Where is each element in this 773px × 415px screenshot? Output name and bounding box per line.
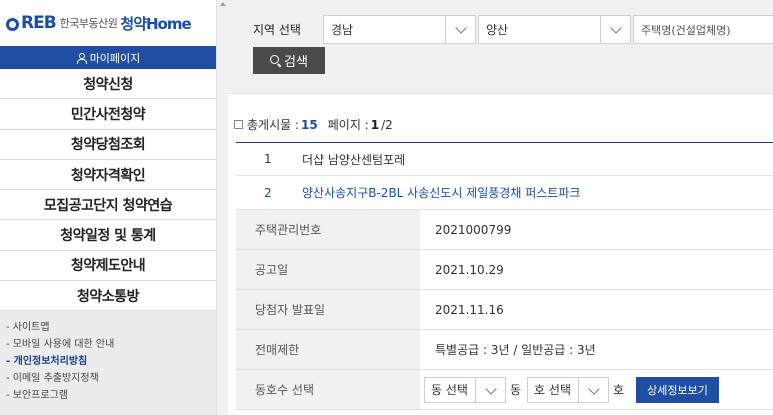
ho-select[interactable]: 호 선택 [527, 376, 610, 403]
sidebar-item-eligibility-check[interactable]: 청약자격확인 [0, 159, 216, 191]
table-row[interactable]: 1 더샵 남양산센텀포레 [236, 142, 773, 176]
detail-key: 전매제한 [236, 330, 420, 369]
sidebar-item-community[interactable]: 청약소통방 [0, 281, 216, 312]
sidebar-item-apply[interactable]: 청약신청 [0, 69, 216, 100]
chevron-down-icon [600, 16, 630, 43]
row-number: 2 [264, 185, 272, 200]
ho-unit-label: 호 [613, 383, 625, 397]
logo-org-text: 한국부동산원 [59, 17, 118, 30]
search-button[interactable]: 검색 [253, 47, 325, 74]
housing-name-input[interactable]: 주택명(건설업체명) [633, 15, 773, 44]
sidebar: REB 한국부동산원 청약Home 마이페이지 청약신청 민간사전청약 청약당첨… [0, 0, 216, 415]
region-select-value: 경남 [331, 23, 354, 37]
scroll-up-icon[interactable] [220, 2, 226, 6]
total-pages: /2 [381, 117, 393, 132]
result-summary: 총게시물 : 15 페이지 : 1 /2 [234, 116, 393, 133]
detail-value: 2021.11.16 [420, 290, 773, 329]
detail-key: 공고일 [236, 250, 420, 289]
detail-row-resale-limit: 전매제한 특별공급 : 3년 / 일반공급 : 3년 [236, 330, 773, 370]
detail-key: 당첨자 발표일 [236, 290, 420, 329]
search-filter-panel: 지역 선택 경남 양산 주택명(건설업체명) 검색 [228, 0, 773, 94]
detail-row-announce-date: 공고일 2021.10.29 [236, 250, 773, 290]
sidebar-item-private-pre-subscription[interactable]: 민간사전청약 [0, 99, 216, 130]
detail-row-winner-date: 당첨자 발표일 2021.11.16 [236, 290, 773, 330]
detail-row-unit-select: 동호수 선택 동 선택 동 호 선택 호 상세정보보기 [236, 370, 773, 410]
logo-brand-text: 청약Home [120, 14, 191, 33]
mobile-guide-link[interactable]: - 모바일 사용에 대한 안내 [6, 336, 216, 353]
detail-value: 2021000799 [420, 210, 773, 249]
detail-row-management-no: 주택관리번호 2021000799 [236, 210, 773, 250]
privacy-policy-link[interactable]: - 개인정보처리방침 [6, 353, 216, 370]
detail-value: 2021.10.29 [420, 250, 773, 289]
dong-unit-label: 동 [510, 383, 522, 397]
unit-select-controls: 동 선택 동 호 선택 호 상세정보보기 [420, 370, 773, 409]
search-button-label: 검색 [284, 55, 308, 70]
person-icon [76, 52, 87, 64]
dong-select-value: 동 선택 [431, 383, 468, 397]
row-title[interactable]: 양산사송지구B-2BL 사송신도시 제일풍경채 퍼스트파크 [302, 184, 580, 201]
sidebar-item-system-guide[interactable]: 청약제도안내 [0, 250, 216, 282]
security-program-link[interactable]: - 보안프로그램 [6, 387, 216, 404]
mypage-label: 마이페이지 [89, 51, 141, 65]
region-filter-label: 지역 선택 [253, 23, 301, 37]
chevron-down-icon [475, 377, 505, 402]
total-count: 15 [301, 117, 318, 132]
sidebar-menu: 청약신청 민간사전청약 청약당첨조회 청약자격확인 모집공고단지 청약연습 청약… [0, 69, 216, 312]
sidebar-item-practice[interactable]: 모집공고단지 청약연습 [0, 190, 216, 221]
view-detail-button[interactable]: 상세정보보기 [636, 376, 719, 403]
table-row-selected[interactable]: 2 양산사송지구B-2BL 사송신도시 제일풍경채 퍼스트파크 [236, 176, 773, 210]
site-logo[interactable]: REB 한국부동산원 청약Home [0, 0, 216, 46]
footer-links: - 사이트맵 - 모바일 사용에 대한 안내 - 개인정보처리방침 - 이메일 … [0, 311, 216, 404]
detail-key: 주택관리번호 [236, 210, 420, 249]
email-policy-link[interactable]: - 이메일 추출방지정책 [6, 370, 216, 387]
region-select[interactable]: 경남 [323, 15, 476, 44]
search-icon [270, 55, 281, 66]
housing-name-placeholder: 주택명(건설업체명) [641, 23, 731, 37]
main-content: 지역 선택 경남 양산 주택명(건설업체명) 검색 총게시물 : 15 페이지 … [228, 0, 773, 415]
ho-select-value: 호 선택 [534, 383, 571, 397]
chevron-down-icon [578, 377, 608, 402]
logo-mark: REB 한국부동산원 청약Home [6, 13, 192, 34]
detail-value: 특별공급 : 3년 / 일반공급 : 3년 [420, 330, 773, 369]
reb-logo-icon [6, 17, 19, 31]
detail-table: 주택관리번호 2021000799 공고일 2021.10.29 당첨자 발표일… [236, 210, 773, 410]
district-select-value: 양산 [486, 23, 509, 37]
sitemap-link[interactable]: - 사이트맵 [6, 319, 216, 336]
row-title[interactable]: 더샵 남양산센텀포레 [302, 151, 405, 168]
mypage-button[interactable]: 마이페이지 [0, 46, 216, 69]
row-number: 1 [264, 152, 272, 166]
detail-key: 동호수 선택 [236, 370, 420, 409]
sidebar-scrollbar[interactable] [216, 0, 228, 415]
total-label: 총게시물 : [247, 118, 300, 132]
current-page: 1 [370, 117, 380, 132]
page-label: 페이지 : [327, 118, 369, 132]
sidebar-item-winner-lookup[interactable]: 청약당첨조회 [0, 129, 216, 160]
sidebar-item-schedule-stats[interactable]: 청약일정 및 통계 [0, 220, 216, 251]
chevron-down-icon [445, 16, 475, 43]
logo-reb-text: REB [21, 13, 57, 33]
list-icon [234, 120, 243, 129]
dong-select[interactable]: 동 선택 [424, 376, 506, 403]
district-select[interactable]: 양산 [478, 15, 631, 44]
